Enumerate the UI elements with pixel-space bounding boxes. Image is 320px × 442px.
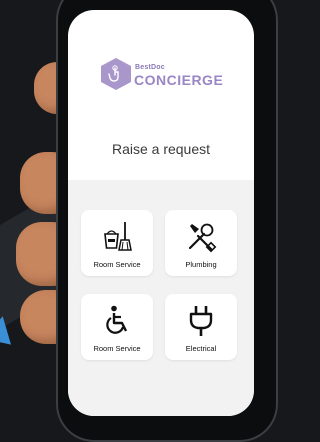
service-label: Room Service [93,260,141,269]
wrench-screwdriver-icon [188,223,217,253]
service-label: Electrical [185,344,217,353]
hand-tap-icon [108,65,119,82]
brand-name: CONCIERGE [134,72,224,88]
power-plug-icon [189,306,213,336]
service-tile-room-service-accessibility[interactable]: Room Service [81,294,153,360]
service-tile-plumbing[interactable]: Plumbing [165,210,237,276]
wheelchair-icon [106,305,128,334]
service-tile-electrical[interactable]: Electrical [165,294,237,360]
app-screen: BestDoc CONCIERGE Raise a request Room S… [68,10,254,416]
brand-logo-icon [101,58,131,90]
brand-small-label: BestDoc [135,64,165,71]
page-title: Raise a request [111,141,211,157]
cleaning-bucket-broom-icon [104,222,132,251]
service-label: Plumbing [185,260,217,269]
service-tile-room-service[interactable]: Room Service [81,210,153,276]
background-accent-shape [0,313,17,345]
service-grid: Room Service Plumbing Room Service Elect… [68,180,254,416]
service-label: Room Service [93,344,141,353]
